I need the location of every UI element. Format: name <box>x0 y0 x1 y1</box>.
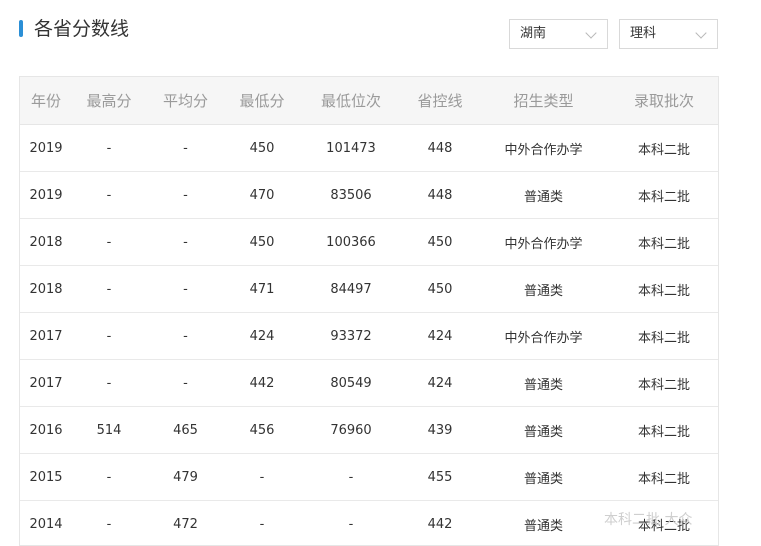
cell-control-line: 439 <box>403 407 477 454</box>
table-row: 2017--42493372424中外合作办学本科二批 <box>20 313 718 360</box>
cell-year: 2018 <box>20 266 72 313</box>
header-batch: 录取批次 <box>610 77 718 125</box>
cell-control-line: 450 <box>403 219 477 266</box>
cell-batch: 本科二批 <box>610 407 718 454</box>
cell-year: 2015 <box>20 454 72 501</box>
cell-enroll-type: 普通类 <box>477 454 610 501</box>
chevron-down-icon <box>585 27 596 38</box>
table-row: 2015-479--455普通类本科二批 <box>20 454 718 501</box>
cell-avg-score: - <box>146 313 225 360</box>
header-enroll-type: 招生类型 <box>477 77 610 125</box>
cell-min-score: 424 <box>225 313 299 360</box>
cell-batch: 本科二批 <box>610 360 718 407</box>
cell-year: 2019 <box>20 125 72 172</box>
cell-min-rank: 76960 <box>299 407 403 454</box>
cell-avg-score: - <box>146 360 225 407</box>
cell-enroll-type: 普通类 <box>477 172 610 219</box>
cell-max-score: - <box>72 360 146 407</box>
cell-avg-score: - <box>146 219 225 266</box>
cell-min-rank: - <box>299 454 403 501</box>
header-max-score: 最高分 <box>72 77 146 125</box>
cell-avg-score: - <box>146 125 225 172</box>
cell-batch: 本科二批 <box>610 219 718 266</box>
cell-max-score: 514 <box>72 407 146 454</box>
cell-enroll-type: 中外合作办学 <box>477 313 610 360</box>
table-row: 2017--44280549424普通类本科二批 <box>20 360 718 407</box>
cell-year: 2016 <box>20 407 72 454</box>
cell-min-rank: 83506 <box>299 172 403 219</box>
cell-min-rank: 80549 <box>299 360 403 407</box>
cell-enroll-type: 普通类 <box>477 360 610 407</box>
table-row: 2018--450100366450中外合作办学本科二批 <box>20 219 718 266</box>
cell-max-score: - <box>72 172 146 219</box>
cell-control-line: 442 <box>403 501 477 546</box>
cell-min-rank: - <box>299 501 403 546</box>
header-avg-score: 平均分 <box>146 77 225 125</box>
title-accent-bar <box>19 20 23 37</box>
cell-control-line: 455 <box>403 454 477 501</box>
table-header-row: 年份 最高分 平均分 最低分 最低位次 省控线 招生类型 录取批次 <box>20 77 718 125</box>
cell-batch: 本科二批 <box>610 313 718 360</box>
cell-avg-score: 479 <box>146 454 225 501</box>
cell-enroll-type: 普通类 <box>477 266 610 313</box>
province-select[interactable]: 湖南 <box>509 19 608 49</box>
cell-avg-score: - <box>146 172 225 219</box>
table-row: 2019--47083506448普通类本科二批 <box>20 172 718 219</box>
cell-enroll-type: 普通类 <box>477 501 610 546</box>
cell-max-score: - <box>72 313 146 360</box>
watermark-text: 本科二批 大众 <box>604 509 692 529</box>
header-min-rank: 最低位次 <box>299 77 403 125</box>
cell-max-score: - <box>72 266 146 313</box>
cell-min-score: 470 <box>225 172 299 219</box>
cell-enroll-type: 中外合作办学 <box>477 125 610 172</box>
cell-min-score: 471 <box>225 266 299 313</box>
cell-batch: 本科二批 <box>610 266 718 313</box>
cell-year: 2018 <box>20 219 72 266</box>
cell-year: 2014 <box>20 501 72 546</box>
header-year: 年份 <box>20 77 72 125</box>
province-select-value: 湖南 <box>520 26 546 41</box>
cell-max-score: - <box>72 454 146 501</box>
chevron-down-icon <box>695 27 706 38</box>
score-table: 年份 最高分 平均分 最低分 最低位次 省控线 招生类型 录取批次 2019--… <box>20 77 718 546</box>
score-table-container: 年份 最高分 平均分 最低分 最低位次 省控线 招生类型 录取批次 2019--… <box>19 76 719 546</box>
cell-min-score: 456 <box>225 407 299 454</box>
cell-min-score: - <box>225 501 299 546</box>
cell-max-score: - <box>72 501 146 546</box>
cell-min-score: 450 <box>225 125 299 172</box>
cell-control-line: 448 <box>403 125 477 172</box>
table-row: 201651446545676960439普通类本科二批 <box>20 407 718 454</box>
cell-control-line: 424 <box>403 360 477 407</box>
cell-min-score: 442 <box>225 360 299 407</box>
header-min-score: 最低分 <box>225 77 299 125</box>
cell-enroll-type: 中外合作办学 <box>477 219 610 266</box>
cell-enroll-type: 普通类 <box>477 407 610 454</box>
cell-avg-score: 465 <box>146 407 225 454</box>
cell-control-line: 424 <box>403 313 477 360</box>
cell-batch: 本科二批 <box>610 172 718 219</box>
cell-year: 2017 <box>20 313 72 360</box>
table-row: 2019--450101473448中外合作办学本科二批 <box>20 125 718 172</box>
cell-batch: 本科二批 <box>610 454 718 501</box>
subject-select-value: 理科 <box>630 26 656 41</box>
cell-min-score: - <box>225 454 299 501</box>
cell-min-score: 450 <box>225 219 299 266</box>
cell-control-line: 448 <box>403 172 477 219</box>
cell-min-rank: 84497 <box>299 266 403 313</box>
cell-max-score: - <box>72 125 146 172</box>
cell-avg-score: 472 <box>146 501 225 546</box>
cell-year: 2017 <box>20 360 72 407</box>
section-title: 各省分数线 <box>34 15 129 43</box>
subject-select[interactable]: 理科 <box>619 19 718 49</box>
cell-min-rank: 101473 <box>299 125 403 172</box>
header-control-line: 省控线 <box>403 77 477 125</box>
cell-batch: 本科二批 <box>610 125 718 172</box>
cell-max-score: - <box>72 219 146 266</box>
cell-min-rank: 100366 <box>299 219 403 266</box>
table-row: 2018--47184497450普通类本科二批 <box>20 266 718 313</box>
cell-year: 2019 <box>20 172 72 219</box>
cell-avg-score: - <box>146 266 225 313</box>
cell-min-rank: 93372 <box>299 313 403 360</box>
cell-control-line: 450 <box>403 266 477 313</box>
